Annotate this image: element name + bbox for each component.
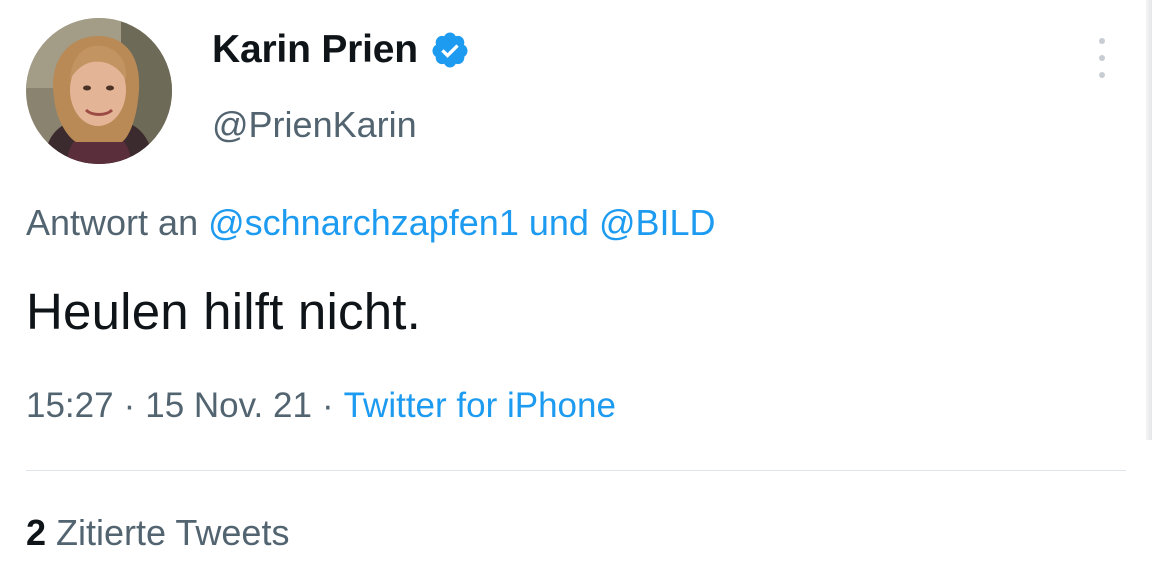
tweet-meta: 15:27 · 15 Nov. 21 · Twitter for iPhone xyxy=(26,386,616,426)
tweet-text: Heulen hilft nicht. xyxy=(26,283,422,340)
more-options-icon[interactable] xyxy=(1090,38,1114,78)
tweet-card: Karin Prien @PrienKarin Antwort an @schn… xyxy=(0,0,1152,570)
meta-separator: · xyxy=(321,386,334,425)
quote-tweets-link[interactable]: 2 Zitierte Tweets xyxy=(26,512,289,554)
card-edge xyxy=(1146,0,1152,440)
more-dot xyxy=(1099,72,1105,78)
quote-count-number: 2 xyxy=(26,512,47,553)
tweet-date[interactable]: 15 Nov. 21 xyxy=(145,386,312,425)
reply-prefix: Antwort an xyxy=(26,202,199,243)
display-name-row: Karin Prien xyxy=(212,24,470,76)
profile-photo-icon xyxy=(26,18,172,164)
quote-count-label: Zitierte Tweets xyxy=(56,512,290,553)
meta-separator: · xyxy=(123,386,136,425)
reply-context: Antwort an @schnarchzapfen1 und @BILD xyxy=(26,202,716,244)
reply-mention-link[interactable]: @schnarchzapfen1 xyxy=(208,202,519,243)
verified-badge-icon xyxy=(430,30,470,70)
tweet-time[interactable]: 15:27 xyxy=(26,386,114,425)
reply-mention-link[interactable]: @BILD xyxy=(599,202,716,243)
more-dot xyxy=(1099,55,1105,61)
user-handle[interactable]: @PrienKarin xyxy=(212,104,417,146)
divider xyxy=(26,470,1126,471)
reply-joiner: und xyxy=(528,202,589,243)
tweet-source-link[interactable]: Twitter for iPhone xyxy=(344,386,616,425)
display-name[interactable]: Karin Prien xyxy=(212,28,418,72)
more-dot xyxy=(1099,38,1105,44)
avatar[interactable] xyxy=(26,18,172,164)
